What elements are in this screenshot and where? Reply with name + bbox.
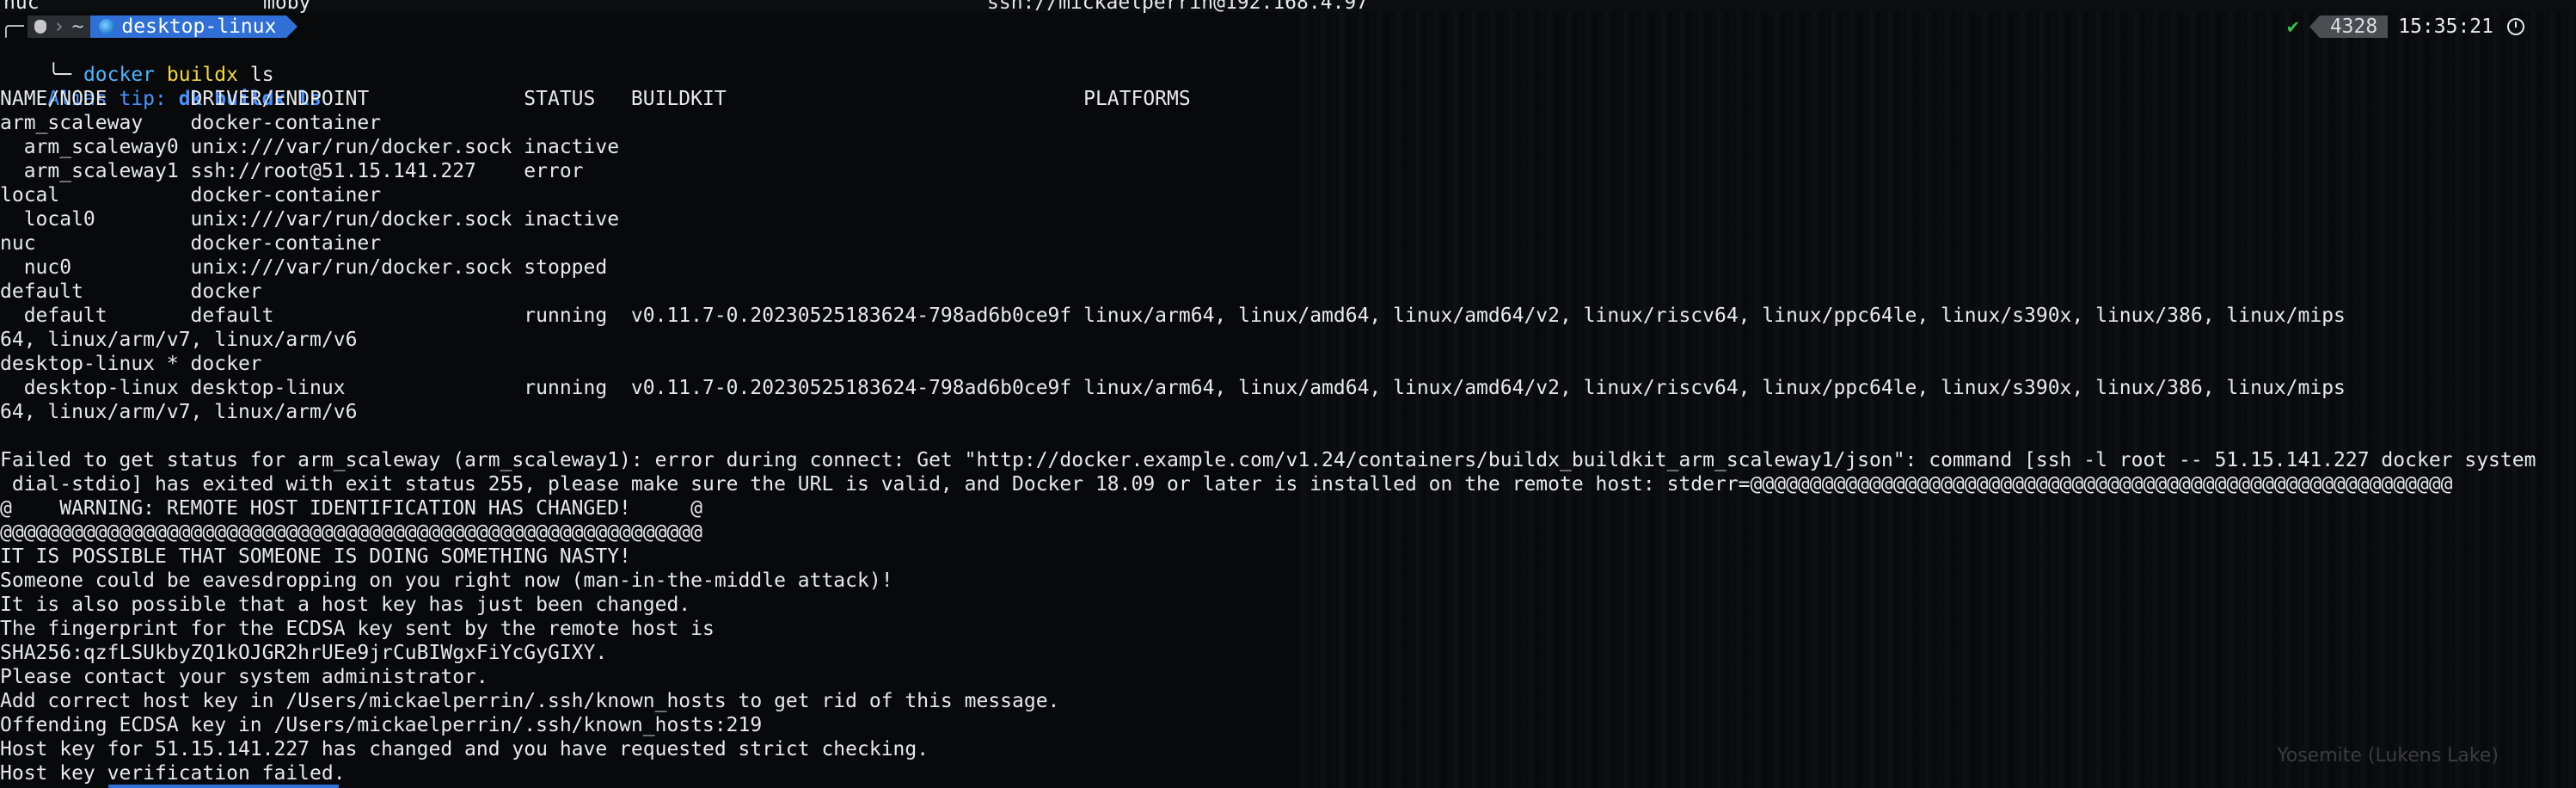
tab-moby[interactable]: moby [263, 0, 310, 14]
error-line: The fingerprint for the ECDSA key sent b… [0, 618, 715, 640]
table-row: 64, linux/arm/v7, linux/arm/v6 [0, 401, 358, 423]
error-line: Host key for 51.15.141.227 has changed a… [0, 738, 929, 760]
shell-prompt: ╭─ › ~ desktop-linux [0, 15, 298, 39]
terminal-tab-bar: nuc moby ssh://mickaelperrin@192.168.4.9… [0, 0, 2576, 14]
apple-icon [34, 20, 46, 34]
error-line: Failed to get status for arm_scaleway (a… [0, 449, 2536, 471]
tab-underline-accent [108, 785, 339, 788]
error-line: Please contact your system administrator… [0, 666, 488, 688]
error-line: Someone could be eavesdropping on you ri… [0, 569, 893, 592]
error-line: SHA256:qzfLSUkbyZQ1kOJGR2hrUEe9jrCuBIWgx… [0, 642, 608, 664]
prompt-context-segment: desktop-linux [90, 15, 298, 38]
chevron-icon: › [52, 15, 65, 38]
prompt-corner: ╭─ [0, 15, 24, 38]
error-line: Offending ECDSA key in /Users/mickaelper… [0, 714, 763, 736]
command-line: ╰─ docker buildx ls [0, 39, 273, 86]
error-line: dial-stdio] has exited with exit status … [0, 473, 2453, 496]
table-row: arm_scaleway docker-container [0, 112, 382, 134]
alias-tip: Alias tip: dk buildx ls [0, 63, 322, 110]
table-row: local docker-container [0, 184, 382, 206]
history-count-badge: 4328 [2309, 15, 2389, 38]
table-row: local0 unix:///var/run/docker.sock inact… [0, 208, 620, 231]
table-row: desktop-linux desktop-linux running v0.1… [0, 377, 2346, 399]
table-row: desktop-linux * docker [0, 353, 262, 375]
prompt-os-segment: › ~ [27, 15, 91, 38]
prompt-home: ~ [71, 15, 84, 38]
clock-icon [2507, 18, 2524, 35]
globe-icon [99, 19, 115, 34]
error-line: Host key verification failed. [0, 762, 346, 785]
tab-ssh[interactable]: ssh://mickaelperrin@192.168.4.97 [987, 0, 1368, 14]
table-row: default default running v0.11.7-0.202305… [0, 305, 2346, 327]
table-row: 64, linux/arm/v7, linux/arm/v6 [0, 329, 358, 351]
table-header: NAME/NODE DRIVER/ENDPOINT STATUS BUILDKI… [0, 88, 1191, 110]
error-line: @@@@@@@@@@@@@@@@@@@@@@@@@@@@@@@@@@@@@@@@… [0, 521, 702, 544]
error-line: Add correct host key in /Users/mickaelpe… [0, 690, 1060, 712]
tab-nuc[interactable]: nuc [3, 0, 40, 14]
error-line: IT IS POSSIBLE THAT SOMEONE IS DOING SOM… [0, 545, 631, 568]
error-line: It is also possible that a host key has … [0, 594, 691, 616]
prompt-context: desktop-linux [121, 15, 277, 38]
table-row: nuc docker-container [0, 232, 382, 255]
background-caption: Yosemite (Lukens Lake) [2277, 745, 2499, 766]
checkmark-icon: ✔ [2286, 15, 2299, 38]
table-row: nuc0 unix:///var/run/docker.sock stopped [0, 256, 608, 279]
prompt-right-status: ✔ 4328 15:35:21 [2287, 15, 2524, 39]
table-row: arm_scaleway0 unix:///var/run/docker.soc… [0, 136, 620, 158]
table-row: default docker [0, 280, 262, 303]
error-line: @ WARNING: REMOTE HOST IDENTIFICATION HA… [0, 497, 702, 520]
prompt-time: 15:35:21 [2398, 15, 2493, 38]
table-row: arm_scaleway1 ssh://root@51.15.141.227 e… [0, 160, 584, 182]
